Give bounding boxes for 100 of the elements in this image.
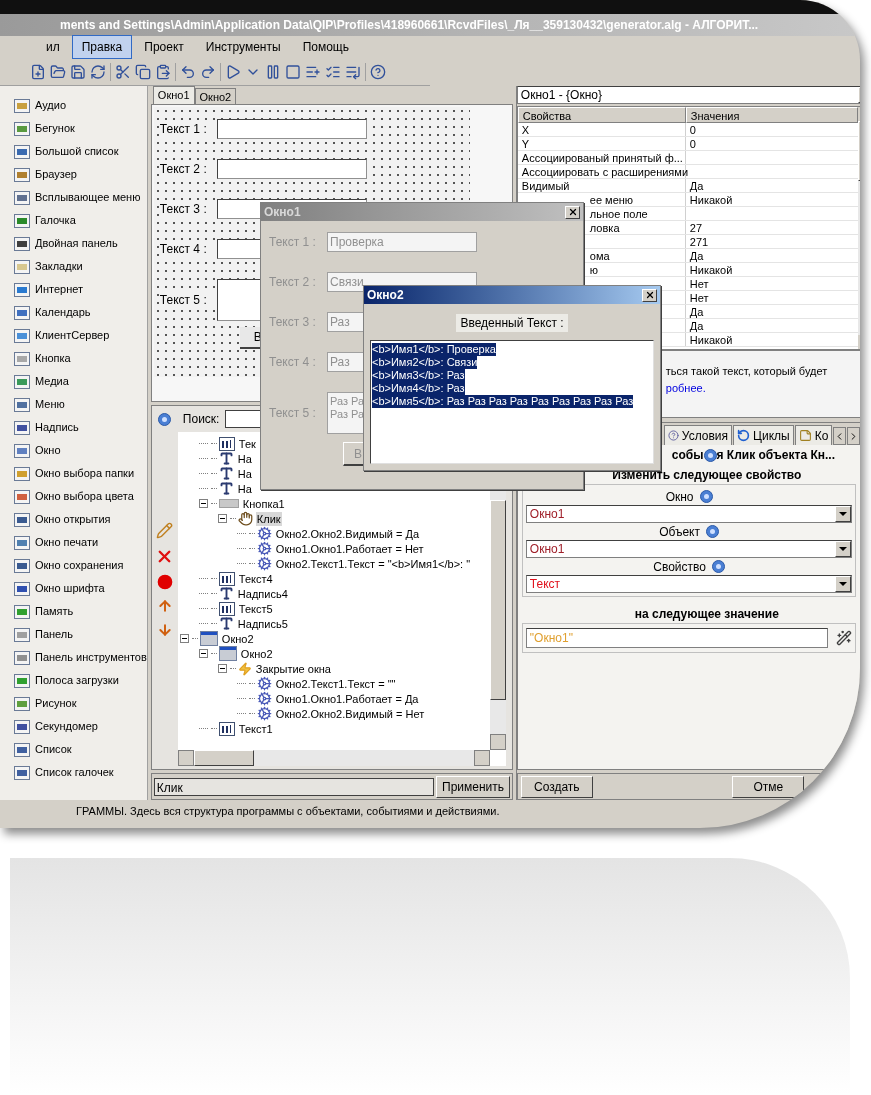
value-dropdown[interactable]: Окно1 bbox=[525, 505, 853, 523]
pencil-icon[interactable] bbox=[156, 522, 174, 539]
magic-wand-icon[interactable] bbox=[836, 630, 853, 646]
tree-item[interactable]: На bbox=[236, 481, 253, 496]
help-icon[interactable] bbox=[370, 63, 386, 80]
palette-item[interactable]: Окно выбора цвета bbox=[35, 488, 134, 505]
tree-item[interactable]: Текст5 bbox=[237, 601, 274, 616]
palette-item[interactable]: Окно шрифта bbox=[35, 580, 105, 597]
menu-item[interactable]: Помощь bbox=[292, 35, 359, 59]
form-tab[interactable]: Окно2 bbox=[194, 88, 237, 104]
tree-item[interactable]: Окно2.Окно2.Видимый = Да bbox=[274, 526, 421, 541]
palette-item[interactable]: Всплывающее меню bbox=[35, 189, 141, 206]
help-icon[interactable] bbox=[699, 490, 713, 503]
property-value[interactable]: Да bbox=[689, 320, 704, 332]
tree-item[interactable]: Надпись5 bbox=[236, 616, 289, 631]
paste-icon[interactable] bbox=[155, 63, 171, 80]
palette-item[interactable]: Медиа bbox=[35, 373, 69, 390]
palette-item[interactable]: Секундомер bbox=[35, 718, 98, 735]
close-button[interactable] bbox=[642, 288, 657, 302]
palette-item[interactable]: Браузер bbox=[35, 166, 77, 183]
palette-item[interactable]: Панель инструментов bbox=[35, 649, 147, 666]
column-header[interactable]: Свойства bbox=[517, 107, 686, 123]
palette-item[interactable]: Кнопка bbox=[35, 350, 71, 367]
palette-item[interactable]: Рисунок bbox=[35, 695, 77, 712]
dropdown-button[interactable] bbox=[835, 541, 852, 557]
palette-item[interactable]: КлиентСервер bbox=[35, 327, 110, 344]
help-icon[interactable] bbox=[157, 412, 171, 426]
more-link[interactable]: робнее. bbox=[665, 379, 860, 396]
tree-item[interactable]: Окно2 bbox=[220, 631, 255, 646]
tree-item[interactable]: На bbox=[236, 451, 253, 466]
pause-icon[interactable] bbox=[265, 63, 281, 80]
close-button[interactable] bbox=[565, 205, 580, 219]
new-file-icon[interactable] bbox=[30, 63, 46, 80]
dropdown-button[interactable] bbox=[835, 506, 852, 522]
palette-item[interactable]: Меню bbox=[35, 396, 65, 413]
copy-icon[interactable] bbox=[135, 63, 151, 80]
help-icon[interactable] bbox=[711, 560, 725, 573]
property-value[interactable]: 27 bbox=[689, 222, 703, 234]
name-field[interactable]: Клик bbox=[153, 777, 435, 796]
folder-icon[interactable] bbox=[50, 63, 66, 80]
dropdown-button[interactable] bbox=[835, 576, 852, 592]
action-tab[interactable]: Условия bbox=[663, 425, 733, 445]
help-icon[interactable] bbox=[706, 525, 719, 538]
redo-icon[interactable] bbox=[200, 63, 216, 80]
list-item[interactable]: <b>Имя2</b>: Связи bbox=[372, 356, 478, 369]
property-value[interactable]: Нет bbox=[689, 278, 709, 290]
action-tab[interactable]: Ко bbox=[794, 425, 833, 445]
collapse-toggle[interactable] bbox=[198, 649, 208, 658]
tree-item[interactable]: Окно2 bbox=[239, 646, 274, 661]
form-tab[interactable]: Окно1 bbox=[152, 86, 195, 104]
undo-icon[interactable] bbox=[180, 63, 196, 80]
list-item[interactable]: <b>Имя3</b>: Раз bbox=[372, 369, 465, 382]
list-item[interactable]: <b>Имя5</b>: Раз Раз Раз Раз Раз Раз Раз Раз Раз bbox=[372, 395, 634, 408]
collapse-toggle[interactable] bbox=[198, 499, 208, 508]
cut-icon[interactable] bbox=[115, 63, 131, 80]
menu-item[interactable]: Правка bbox=[71, 35, 133, 59]
value-dropdown[interactable]: Текст bbox=[525, 575, 853, 593]
palette-item[interactable]: Список галочек bbox=[35, 764, 114, 781]
palette-item[interactable]: Память bbox=[35, 603, 74, 620]
property-value[interactable]: Да bbox=[689, 306, 704, 318]
cancel-button[interactable]: Отме bbox=[732, 775, 805, 798]
tree-item[interactable]: Тек bbox=[237, 436, 257, 451]
apply-button[interactable]: Применить bbox=[436, 775, 510, 798]
list-item[interactable]: <b>Имя1</b>: Проверка bbox=[372, 343, 496, 356]
tab-scroll-left[interactable] bbox=[833, 427, 847, 445]
text-field[interactable] bbox=[216, 119, 367, 139]
palette-item[interactable]: Окно сохранения bbox=[35, 557, 124, 574]
tree-item[interactable]: Окно2.Текст1.Текст = "" bbox=[274, 676, 397, 691]
tree-item[interactable]: Надпись4 bbox=[236, 586, 289, 601]
palette-item[interactable]: Панель bbox=[35, 626, 73, 643]
text-field[interactable] bbox=[216, 159, 367, 179]
palette-item[interactable]: Двойная панель bbox=[35, 235, 118, 252]
tree-item[interactable]: Окно1.Окно1.Работает = Нет bbox=[274, 541, 425, 556]
palette-item[interactable]: Надпись bbox=[35, 419, 79, 436]
collapse-toggle[interactable] bbox=[179, 634, 189, 643]
palette-item[interactable]: Окно bbox=[35, 442, 61, 459]
value-dropdown[interactable]: Окно1 bbox=[525, 540, 853, 558]
play-icon[interactable] bbox=[225, 63, 241, 80]
property-value[interactable]: 0 bbox=[689, 138, 696, 150]
property-value[interactable]: Нет bbox=[689, 292, 709, 304]
list-item[interactable]: <b>Имя4</b>: Раз bbox=[372, 382, 465, 395]
stop-icon[interactable] bbox=[285, 63, 301, 80]
palette-item[interactable]: Окно выбора папки bbox=[35, 465, 135, 482]
palette-item[interactable]: Интернет bbox=[35, 281, 83, 298]
property-value[interactable]: Да bbox=[689, 180, 704, 192]
palette-item[interactable]: Окно печати bbox=[35, 534, 99, 551]
menu-item[interactable]: Инструменты bbox=[195, 35, 291, 59]
property-value[interactable]: Никакой bbox=[689, 264, 733, 276]
palette-item[interactable]: Бегунок bbox=[35, 120, 75, 137]
palette-item[interactable]: Галочка bbox=[35, 212, 76, 229]
action-tab[interactable]: Циклы bbox=[733, 425, 794, 445]
property-value[interactable]: 0 bbox=[689, 124, 696, 136]
palette-item[interactable]: Список bbox=[35, 741, 72, 758]
property-value[interactable]: Никакой bbox=[689, 194, 733, 206]
tree-item[interactable]: Текст1 bbox=[237, 721, 274, 736]
refresh-icon[interactable] bbox=[90, 63, 106, 80]
tree-item[interactable]: На bbox=[236, 466, 253, 481]
object-selector[interactable]: Окно1 - {Окно} bbox=[516, 86, 860, 104]
palette-item[interactable]: Закладки bbox=[35, 258, 83, 275]
tree-item[interactable]: Закрытие окна bbox=[254, 661, 332, 676]
